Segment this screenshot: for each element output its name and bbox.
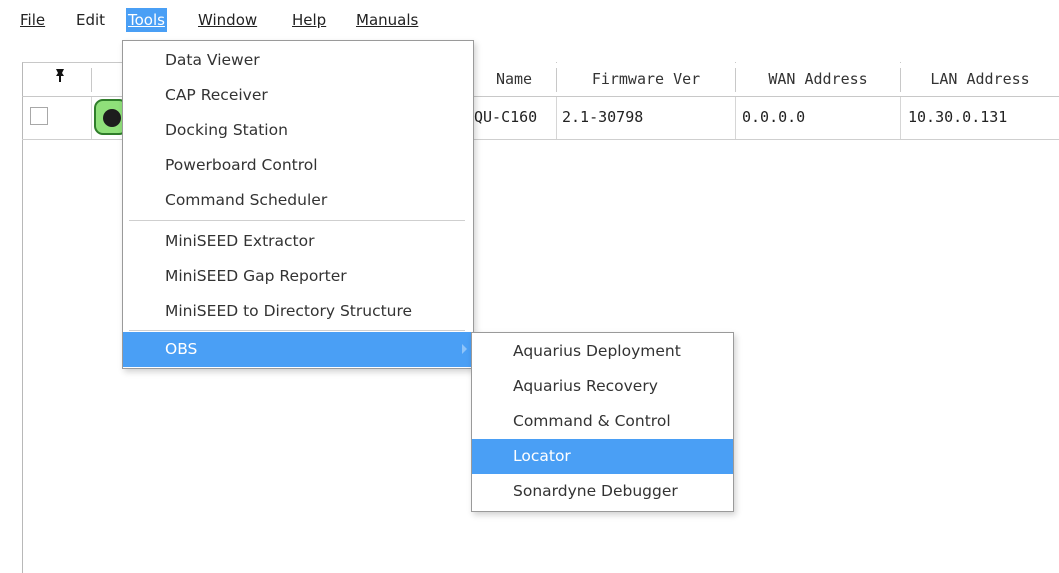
column-header-firmware[interactable]: Firmware Ver [557, 62, 735, 96]
column-header-name[interactable]: Name [472, 62, 556, 96]
menu-file-label: File [20, 11, 46, 29]
menu-manuals[interactable]: Manuals [354, 8, 420, 32]
menu-window[interactable]: Window [196, 8, 259, 32]
menu-manuals-label: Manuals [356, 11, 419, 29]
menu-item-cap-receiver[interactable]: CAP Receiver [123, 78, 473, 113]
menu-item-docking-station[interactable]: Docking Station [123, 113, 473, 148]
menu-help[interactable]: Help [290, 8, 328, 32]
menu-item-label: Data Viewer [165, 51, 260, 69]
submenu-item-command-control[interactable]: Command & Control [472, 404, 733, 439]
menu-item-command-scheduler[interactable]: Command Scheduler [123, 183, 473, 218]
submenu-item-label: Command & Control [513, 412, 671, 430]
pin-icon[interactable] [50, 65, 70, 85]
tools-menu: Data Viewer CAP Receiver Docking Station… [122, 40, 474, 369]
menu-tools[interactable]: Tools [126, 8, 167, 32]
menu-item-powerboard-control[interactable]: Powerboard Control [123, 148, 473, 183]
menu-item-miniseed-extractor[interactable]: MiniSEED Extractor [123, 224, 473, 259]
cell-lan[interactable]: 10.30.0.131 [908, 97, 1007, 139]
menu-item-label: MiniSEED Gap Reporter [165, 267, 347, 285]
submenu-item-label: Sonardyne Debugger [513, 482, 678, 500]
chevron-right-icon [462, 344, 467, 354]
cell-separator [556, 97, 557, 139]
submenu-item-label: Aquarius Deployment [513, 342, 681, 360]
cell-separator [900, 97, 901, 139]
row-checkbox[interactable] [30, 107, 48, 125]
menu-edit-label: Edit [76, 11, 106, 29]
menu-item-miniseed-gap-reporter[interactable]: MiniSEED Gap Reporter [123, 259, 473, 294]
menu-item-label: CAP Receiver [165, 86, 268, 104]
column-header-lan[interactable]: LAN Address [901, 62, 1059, 96]
obs-submenu: Aquarius Deployment Aquarius Recovery Co… [471, 332, 734, 512]
menu-item-label: OBS [165, 340, 198, 358]
menu-window-label: Window [198, 11, 258, 29]
menu-help-label: Help [292, 11, 327, 29]
menu-file[interactable]: File [18, 8, 47, 32]
check-circle-icon [103, 109, 121, 127]
menu-edit[interactable]: Edit [74, 8, 107, 32]
menu-item-obs[interactable]: OBS [123, 332, 473, 367]
submenu-item-locator[interactable]: Locator [472, 439, 733, 474]
cell-wan[interactable]: 0.0.0.0 [742, 97, 805, 139]
menu-tools-label: Tools [128, 11, 165, 29]
menu-item-label: MiniSEED to Directory Structure [165, 302, 413, 320]
submenu-item-label: Locator [513, 447, 571, 465]
menu-item-label: Powerboard Control [165, 156, 318, 174]
menu-item-label: Command Scheduler [165, 191, 328, 209]
menu-bar: File Edit Tools Window Help Manuals [0, 0, 1059, 36]
menu-item-label: MiniSEED Extractor [165, 232, 315, 250]
menu-separator [129, 220, 465, 221]
cell-separator [735, 97, 736, 139]
header-separator [91, 68, 92, 92]
cell-firmware[interactable]: 2.1-30798 [562, 97, 643, 139]
column-header-wan[interactable]: WAN Address [736, 62, 900, 96]
menu-item-data-viewer[interactable]: Data Viewer [123, 43, 473, 78]
cell-name[interactable]: QU-C160 [474, 97, 537, 139]
menu-item-miniseed-directory[interactable]: MiniSEED to Directory Structure [123, 294, 473, 329]
submenu-item-aquarius-recovery[interactable]: Aquarius Recovery [472, 369, 733, 404]
submenu-item-aquarius-deployment[interactable]: Aquarius Deployment [472, 334, 733, 369]
cell-separator [91, 97, 92, 139]
menu-separator [129, 330, 465, 331]
submenu-item-label: Aquarius Recovery [513, 377, 658, 395]
submenu-item-sonardyne-debugger[interactable]: Sonardyne Debugger [472, 474, 733, 509]
menu-item-label: Docking Station [165, 121, 288, 139]
